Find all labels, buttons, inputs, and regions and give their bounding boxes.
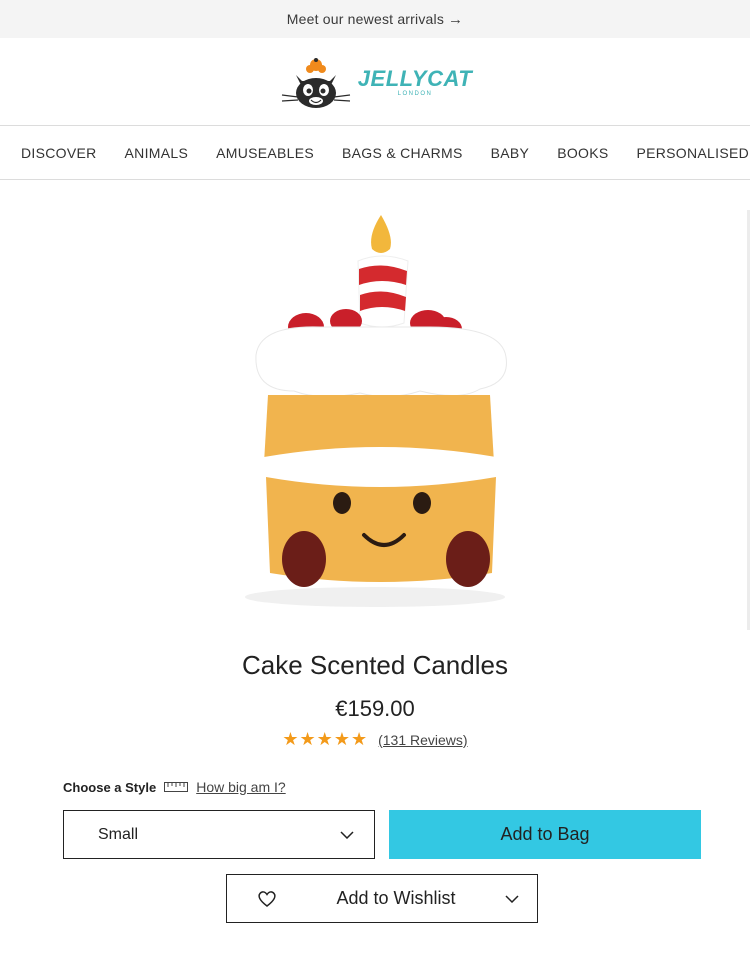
- heart-icon: [258, 890, 276, 907]
- style-label: Choose a Style: [63, 779, 157, 795]
- ruler-icon: [164, 782, 189, 792]
- brand-logo[interactable]: JELLYCAT LONDON: [278, 53, 472, 111]
- header: JELLYCAT LONDON: [0, 38, 750, 126]
- chevron-down-icon: [505, 894, 519, 903]
- nav-item-animals[interactable]: ANIMALS: [125, 145, 189, 161]
- main-nav: DISCOVER ANIMALS AMUSEABLES BAGS & CHARM…: [0, 126, 750, 180]
- product-image[interactable]: [220, 205, 530, 615]
- promo-text: Meet our newest arrivals: [286, 11, 445, 27]
- nav-item-bags-charms[interactable]: BAGS & CHARMS: [342, 145, 463, 161]
- style-select[interactable]: Small: [63, 810, 375, 859]
- add-to-bag-button[interactable]: Add to Bag: [389, 810, 701, 859]
- cat-logo-icon: [281, 57, 350, 108]
- product-price: €159.00: [335, 696, 415, 721]
- add-to-wishlist-button[interactable]: Add to Wishlist: [226, 874, 538, 923]
- how-big-link[interactable]: How big am I?: [196, 779, 285, 795]
- product-title: Cake Scented Candles: [242, 650, 508, 680]
- nav-item-discover[interactable]: DISCOVER: [21, 145, 97, 161]
- rating: ★★★★★ (131 Reviews): [0, 729, 750, 750]
- brand-name: JELLYCAT: [357, 66, 473, 91]
- nav-item-personalised[interactable]: PERSONALISED: [636, 145, 749, 161]
- arrow-right-icon: →: [448, 10, 464, 28]
- add-to-wishlist-label: Add to Wishlist: [336, 888, 456, 908]
- reviews-link[interactable]: (131 Reviews): [378, 732, 467, 748]
- add-to-bag-label: Add to Bag: [500, 824, 590, 844]
- style-select-value: Small: [98, 825, 139, 843]
- nav-item-baby[interactable]: BABY: [491, 145, 530, 161]
- nav-item-books[interactable]: BOOKS: [557, 145, 608, 161]
- promo-bar[interactable]: Meet our newest arrivals →: [0, 0, 750, 38]
- brand-subtitle: LONDON: [397, 91, 433, 97]
- nav-item-amuseables[interactable]: AMUSEABLES: [216, 145, 314, 161]
- star-rating-icon: ★★★★★: [282, 729, 369, 749]
- chevron-down-icon: [340, 830, 354, 839]
- style-row: Choose a Style How big am I?: [63, 779, 286, 795]
